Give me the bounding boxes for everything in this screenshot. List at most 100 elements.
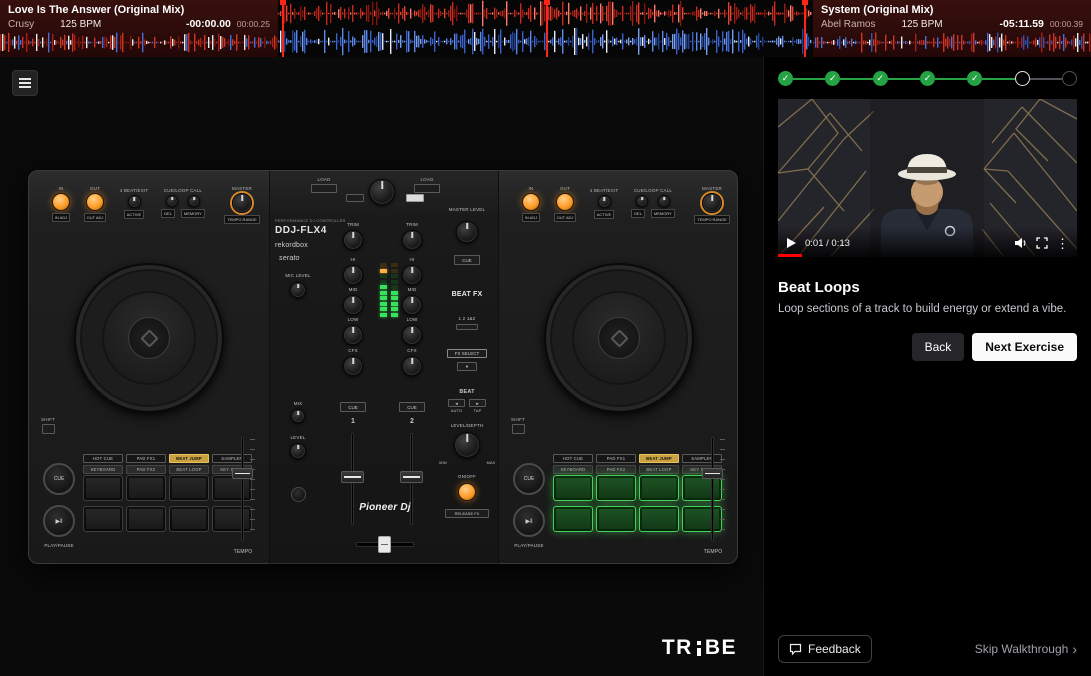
performance-pad[interactable]: [126, 475, 166, 501]
pad-mode-pad-fx1[interactable]: PAD FX1: [126, 454, 166, 463]
view-button[interactable]: [406, 194, 424, 202]
loop-in-button[interactable]: [52, 193, 70, 211]
loop-out-button[interactable]: [86, 193, 104, 211]
pad-mode-pad-fx2[interactable]: PAD FX2: [126, 465, 166, 474]
play-pause-button[interactable]: ▶‖: [43, 505, 75, 537]
tempo-slider-track[interactable]: [241, 437, 244, 541]
pad-mode-beat-loop[interactable]: BEAT LOOP: [639, 465, 679, 474]
walkthrough-step-2[interactable]: ✓: [825, 71, 840, 86]
fullscreen-icon[interactable]: [1036, 237, 1048, 249]
fx-on-off-button[interactable]: [458, 483, 476, 501]
pad-mode-hot-cue[interactable]: HOT CUE: [553, 454, 593, 463]
back-button[interactable]: Back: [912, 333, 965, 361]
performance-pad[interactable]: [83, 475, 123, 501]
four-beat-knob[interactable]: [598, 195, 611, 208]
performance-pad[interactable]: [639, 506, 679, 532]
beat-right-button[interactable]: ►: [469, 399, 486, 407]
level-depth-knob[interactable]: [454, 432, 480, 458]
performance-pad[interactable]: [596, 475, 636, 501]
play-button[interactable]: [786, 237, 797, 249]
walkthrough-step-6[interactable]: [1015, 71, 1030, 86]
lesson-video[interactable]: 0:01 / 0:13 ⋮: [778, 99, 1077, 257]
walkthrough-step-1[interactable]: ✓: [778, 71, 793, 86]
menu-button[interactable]: [12, 70, 38, 96]
fx-assign-switch[interactable]: [456, 324, 478, 330]
headphone-cue-1-button[interactable]: CUE: [340, 402, 366, 412]
cfx-knob-1[interactable]: [343, 356, 363, 376]
pad-mode-sampler[interactable]: SAMPLER: [212, 454, 252, 463]
mid-knob-2[interactable]: [402, 295, 422, 315]
hi-knob-1[interactable]: [343, 265, 363, 285]
back-button[interactable]: [346, 194, 364, 202]
tempo-slider-track[interactable]: [711, 437, 714, 541]
shift-button[interactable]: [42, 424, 55, 434]
feedback-button[interactable]: Feedback: [778, 635, 872, 663]
mid-knob-1[interactable]: [343, 295, 363, 315]
cue-button[interactable]: CUE: [43, 463, 75, 495]
hi-knob-2[interactable]: [402, 265, 422, 285]
master-cue-button[interactable]: CUE: [454, 255, 480, 265]
cfx-knob-2[interactable]: [402, 356, 422, 376]
headphones-mix-knob[interactable]: [291, 409, 305, 423]
walkthrough-step-3[interactable]: ✓: [873, 71, 888, 86]
pad-mode-sampler[interactable]: SAMPLER: [682, 454, 722, 463]
load-right-button[interactable]: [414, 184, 440, 193]
performance-pad[interactable]: [639, 475, 679, 501]
trim-knob-1[interactable]: [343, 230, 363, 250]
cue-loop-call-left-knob[interactable]: [636, 195, 648, 207]
performance-pad[interactable]: [553, 475, 593, 501]
performance-pad[interactable]: [169, 506, 209, 532]
performance-pad[interactable]: [126, 506, 166, 532]
headphones-button[interactable]: [291, 487, 306, 502]
fx-select-button[interactable]: ▼: [457, 362, 477, 371]
channel-fader-2-handle[interactable]: [400, 471, 423, 483]
tempo-slider-handle[interactable]: [232, 468, 253, 479]
skip-walkthrough-link[interactable]: Skip Walkthrough ›: [975, 642, 1077, 656]
loop-out-button[interactable]: [556, 193, 574, 211]
pad-mode-keyboard[interactable]: KEYBOARD: [553, 465, 593, 474]
pad-mode-beat-loop[interactable]: BEAT LOOP: [169, 465, 209, 474]
headphones-level-knob[interactable]: [290, 443, 306, 459]
cue-loop-call-left-knob[interactable]: [166, 195, 178, 207]
cue-loop-call-right-knob[interactable]: [658, 195, 670, 207]
cue-button[interactable]: CUE: [513, 463, 545, 495]
play-pause-button[interactable]: ▶‖: [513, 505, 545, 537]
jog-wheel[interactable]: [544, 263, 694, 413]
master-tempo-knob[interactable]: [702, 193, 722, 213]
performance-pad[interactable]: [553, 506, 593, 532]
jog-wheel[interactable]: [74, 263, 224, 413]
load-left-button[interactable]: [311, 184, 337, 193]
pad-mode-beat-jump[interactable]: BEAT JUMP: [169, 454, 209, 463]
pad-mode-keyboard[interactable]: KEYBOARD: [83, 465, 123, 474]
track-overview-waveform[interactable]: [278, 0, 813, 57]
performance-pad[interactable]: [212, 506, 252, 532]
beat-left-button[interactable]: ◄: [448, 399, 465, 407]
channel-fader-1-handle[interactable]: [341, 471, 364, 483]
pad-mode-pad-fx1[interactable]: PAD FX1: [596, 454, 636, 463]
four-beat-knob[interactable]: [128, 195, 141, 208]
browse-knob[interactable]: [369, 179, 395, 205]
performance-pad[interactable]: [83, 506, 123, 532]
master-level-knob[interactable]: [456, 221, 478, 243]
walkthrough-step-4[interactable]: ✓: [920, 71, 935, 86]
performance-pad[interactable]: [682, 506, 722, 532]
next-exercise-button[interactable]: Next Exercise: [972, 333, 1077, 361]
tempo-slider-handle[interactable]: [702, 468, 723, 479]
low-knob-2[interactable]: [402, 325, 422, 345]
cue-loop-call-right-knob[interactable]: [188, 195, 200, 207]
headphone-cue-2-button[interactable]: CUE: [399, 402, 425, 412]
walkthrough-step-7[interactable]: [1062, 71, 1077, 86]
performance-pad[interactable]: [169, 475, 209, 501]
crossfader-handle[interactable]: [378, 536, 391, 553]
trim-knob-2[interactable]: [402, 230, 422, 250]
volume-icon[interactable]: [1014, 237, 1028, 249]
performance-pad[interactable]: [596, 506, 636, 532]
shift-button[interactable]: [512, 424, 525, 434]
mic-level-knob[interactable]: [290, 282, 306, 298]
master-tempo-knob[interactable]: [232, 193, 252, 213]
loop-in-button[interactable]: [522, 193, 540, 211]
low-knob-1[interactable]: [343, 325, 363, 345]
pad-mode-beat-jump[interactable]: BEAT JUMP: [639, 454, 679, 463]
pad-mode-hot-cue[interactable]: HOT CUE: [83, 454, 123, 463]
pad-mode-pad-fx2[interactable]: PAD FX2: [596, 465, 636, 474]
